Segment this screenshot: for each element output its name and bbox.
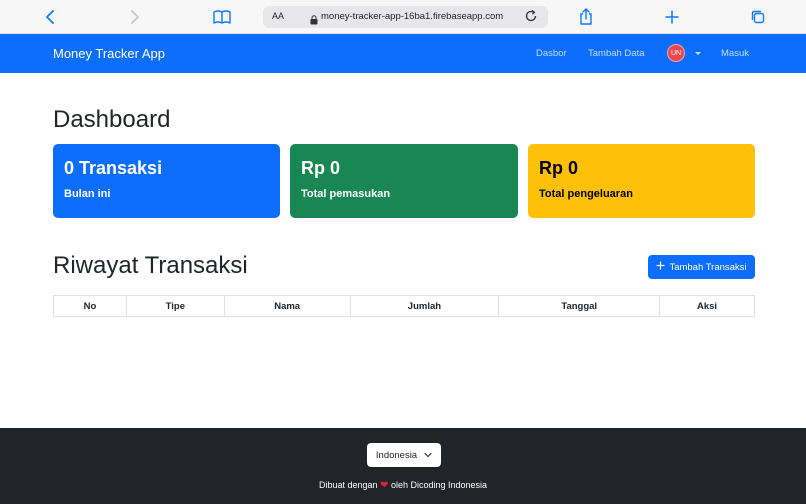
back-icon[interactable]	[39, 6, 61, 28]
browser-toolbar: AA money-tracker-app-16ba1.firebaseapp.c…	[0, 0, 806, 34]
dashboard-title: Dashboard	[53, 106, 171, 133]
column-header-jumlah: Jumlah	[349, 295, 500, 317]
heart-icon: ❤	[380, 480, 389, 491]
column-header-aksi: Aksi	[659, 295, 755, 317]
history-title: Riwayat Transaksi	[53, 252, 248, 279]
card-expense: Rp 0 Total pengeluaran	[528, 144, 755, 218]
share-icon[interactable]	[575, 6, 597, 28]
plus-icon	[656, 261, 665, 273]
credit-prefix: Dibuat dengan	[318, 480, 378, 490]
text-size-button[interactable]: AA	[272, 11, 284, 21]
url-text: money-tracker-app-16ba1.firebaseapp.com	[321, 11, 504, 22]
bookmarks-icon[interactable]	[211, 6, 233, 28]
tabs-icon[interactable]	[747, 6, 769, 28]
page-footer: Indonesia Dibuat dengan ❤ oleh Dicoding …	[0, 428, 806, 504]
app-navbar: Money Tracker App Dasbor Tambah Data UN …	[0, 34, 806, 73]
add-transaction-button[interactable]: Tambah Transaksi	[648, 255, 755, 279]
card-label: Total pengeluaran	[539, 188, 633, 200]
add-transaction-label: Tambah Transaksi	[669, 261, 747, 273]
card-label: Bulan ini	[64, 188, 111, 200]
card-value: 0 Transaksi	[64, 158, 163, 178]
column-header-no: No	[53, 295, 127, 317]
column-header-tipe: Tipe	[125, 295, 225, 317]
nav-tambah-data[interactable]: Tambah Data	[588, 48, 645, 59]
language-value: Indonesia	[375, 449, 418, 461]
new-tab-icon[interactable]	[661, 6, 683, 28]
column-header-nama: Nama	[223, 295, 351, 317]
column-header-tanggal: Tanggal	[498, 295, 661, 317]
lock-icon	[310, 12, 318, 30]
card-income: Rp 0 Total pemasukan	[290, 144, 518, 218]
reload-icon[interactable]	[524, 9, 538, 28]
card-transactions: 0 Transaksi Bulan ini	[53, 144, 280, 218]
credit-suffix: oleh Dicoding Indonesia	[390, 480, 488, 490]
user-avatar[interactable]: UN	[667, 44, 685, 62]
transactions-table: No Tipe Nama Jumlah Tanggal Aksi	[53, 295, 755, 317]
forward-icon[interactable]	[124, 6, 146, 28]
nav-dasbor[interactable]: Dasbor	[536, 48, 567, 59]
card-value: Rp 0	[301, 158, 341, 178]
address-bar[interactable]: AA money-tracker-app-16ba1.firebaseapp.c…	[263, 6, 548, 28]
footer-credit: Dibuat dengan ❤ oleh Dicoding Indonesia	[0, 480, 806, 491]
chevron-down-icon	[424, 450, 432, 461]
chevron-down-icon[interactable]	[695, 52, 701, 55]
brand-link[interactable]: Money Tracker App	[53, 46, 165, 61]
card-label: Total pemasukan	[301, 188, 391, 200]
table-header-row: No Tipe Nama Jumlah Tanggal Aksi	[53, 295, 755, 317]
card-value: Rp 0	[539, 158, 579, 178]
nav-masuk[interactable]: Masuk	[721, 48, 749, 59]
language-select[interactable]: Indonesia	[367, 443, 441, 467]
